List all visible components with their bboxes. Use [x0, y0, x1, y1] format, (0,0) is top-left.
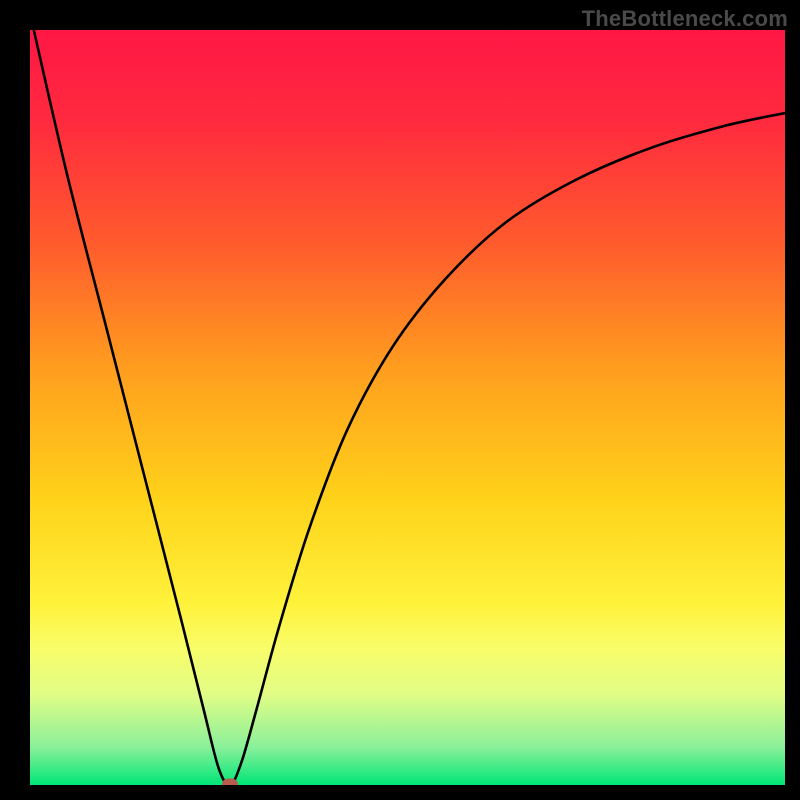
bottleneck-chart: TheBottleneck.com — [0, 0, 800, 800]
watermark-text: TheBottleneck.com — [582, 6, 788, 32]
curve-layer — [30, 30, 785, 785]
plot-area — [30, 30, 785, 785]
optimum-marker — [222, 779, 238, 786]
bottleneck-curve-path — [34, 30, 785, 785]
